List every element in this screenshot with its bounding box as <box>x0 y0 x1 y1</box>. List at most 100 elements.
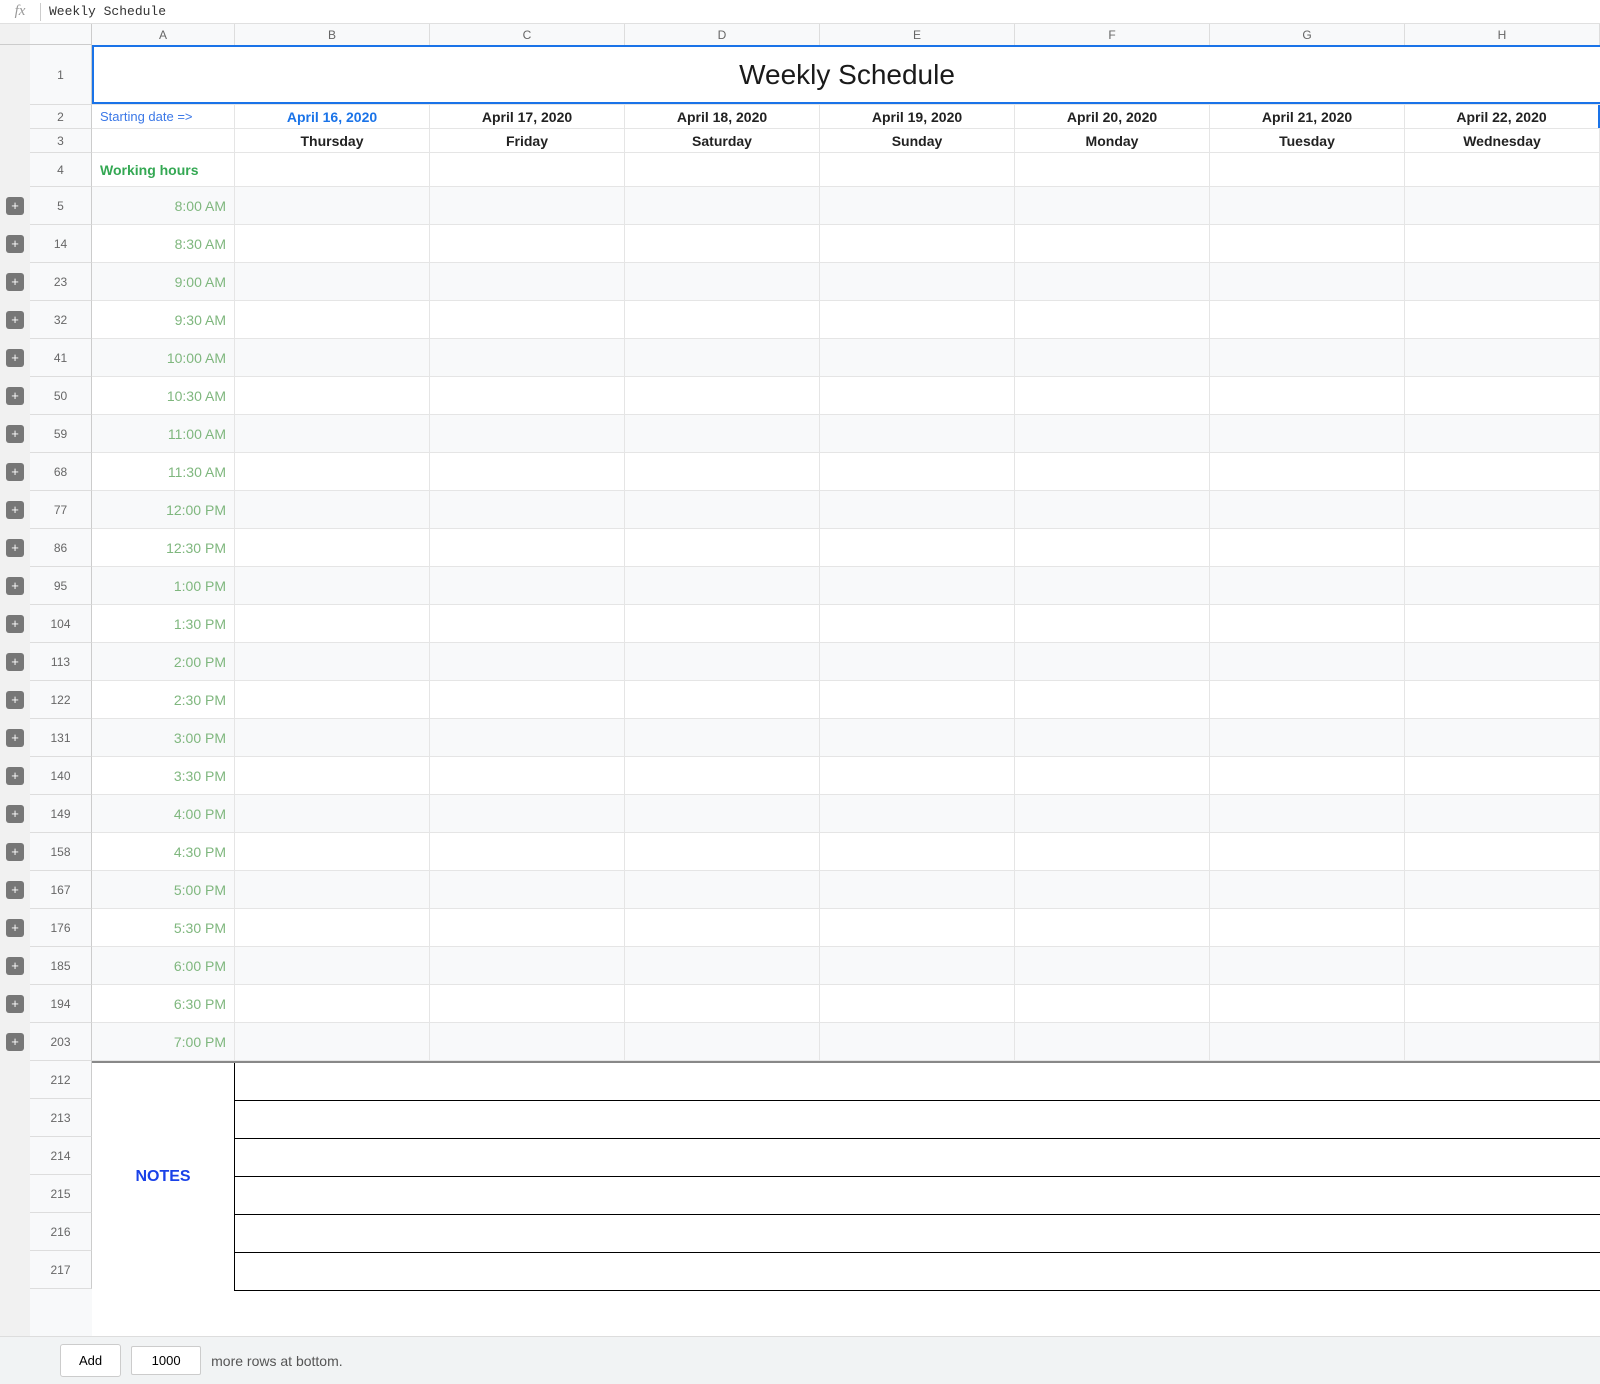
schedule-cell[interactable] <box>820 529 1015 566</box>
schedule-cell[interactable] <box>1210 947 1405 984</box>
schedule-cell[interactable] <box>1210 377 1405 414</box>
schedule-cell[interactable] <box>430 301 625 338</box>
time-label[interactable]: 10:00 AM <box>92 339 235 376</box>
schedule-cell[interactable] <box>430 947 625 984</box>
schedule-cell[interactable] <box>820 187 1015 224</box>
schedule-cell[interactable] <box>820 491 1015 528</box>
expand-group-icon[interactable]: + <box>6 767 24 785</box>
schedule-cell[interactable] <box>235 643 430 680</box>
schedule-cell[interactable] <box>235 153 430 186</box>
column-header-E[interactable]: E <box>820 24 1015 45</box>
expand-group-icon[interactable]: + <box>6 843 24 861</box>
time-label[interactable]: 1:00 PM <box>92 567 235 604</box>
notes-line[interactable] <box>235 1253 1600 1291</box>
schedule-cell[interactable] <box>430 1023 625 1060</box>
schedule-cell[interactable] <box>235 871 430 908</box>
schedule-cell[interactable] <box>1210 909 1405 946</box>
row-header-14[interactable]: 14 <box>30 225 92 263</box>
row-header-140[interactable]: 140 <box>30 757 92 795</box>
expand-group-icon[interactable]: + <box>6 235 24 253</box>
schedule-cell[interactable] <box>1210 567 1405 604</box>
day-name-cell[interactable]: Wednesday <box>1405 129 1600 152</box>
row-header-131[interactable]: 131 <box>30 719 92 757</box>
schedule-cell[interactable] <box>625 719 820 756</box>
schedule-cell[interactable] <box>1015 947 1210 984</box>
schedule-cell[interactable] <box>1405 985 1600 1022</box>
schedule-cell[interactable] <box>430 225 625 262</box>
row-header-149[interactable]: 149 <box>30 795 92 833</box>
row-header-167[interactable]: 167 <box>30 871 92 909</box>
schedule-cell[interactable] <box>430 491 625 528</box>
schedule-cell[interactable] <box>1210 301 1405 338</box>
schedule-cell[interactable] <box>235 225 430 262</box>
schedule-cell[interactable] <box>1015 719 1210 756</box>
expand-group-icon[interactable]: + <box>6 729 24 747</box>
schedule-cell[interactable] <box>430 643 625 680</box>
schedule-cell[interactable] <box>235 491 430 528</box>
schedule-cell[interactable] <box>1405 871 1600 908</box>
expand-group-icon[interactable]: + <box>6 805 24 823</box>
schedule-cell[interactable] <box>1015 567 1210 604</box>
rows-count-input[interactable] <box>131 1346 201 1375</box>
date-cell[interactable]: April 19, 2020 <box>820 105 1015 128</box>
row-header-41[interactable]: 41 <box>30 339 92 377</box>
schedule-cell[interactable] <box>1405 605 1600 642</box>
select-all-corner[interactable] <box>30 24 92 45</box>
schedule-cell[interactable] <box>820 415 1015 452</box>
notes-line[interactable] <box>235 1215 1600 1253</box>
schedule-cell[interactable] <box>1405 415 1600 452</box>
time-label[interactable]: 8:00 AM <box>92 187 235 224</box>
schedule-cell[interactable] <box>820 453 1015 490</box>
expand-group-icon[interactable]: + <box>6 539 24 557</box>
schedule-cell[interactable] <box>235 795 430 832</box>
schedule-cell[interactable] <box>820 985 1015 1022</box>
schedule-cell[interactable] <box>1210 1023 1405 1060</box>
starting-date-label[interactable]: Starting date => <box>92 105 235 128</box>
schedule-cell[interactable] <box>1210 339 1405 376</box>
schedule-cell[interactable] <box>430 719 625 756</box>
schedule-cell[interactable] <box>430 263 625 300</box>
schedule-cell[interactable] <box>1210 985 1405 1022</box>
schedule-cell[interactable] <box>1015 339 1210 376</box>
schedule-cell[interactable] <box>1015 529 1210 566</box>
formula-input[interactable] <box>49 4 1600 19</box>
schedule-cell[interactable] <box>820 833 1015 870</box>
schedule-cell[interactable] <box>625 339 820 376</box>
row-header-95[interactable]: 95 <box>30 567 92 605</box>
schedule-cell[interactable] <box>625 263 820 300</box>
schedule-cell[interactable] <box>1015 833 1210 870</box>
column-header-B[interactable]: B <box>235 24 430 45</box>
row-header-4[interactable]: 4 <box>30 153 92 187</box>
notes-line[interactable] <box>235 1139 1600 1177</box>
date-cell[interactable]: April 17, 2020 <box>430 105 625 128</box>
schedule-cell[interactable] <box>625 301 820 338</box>
row-header-59[interactable]: 59 <box>30 415 92 453</box>
schedule-cell[interactable] <box>820 153 1015 186</box>
schedule-cell[interactable] <box>1015 681 1210 718</box>
schedule-cell[interactable] <box>625 681 820 718</box>
schedule-cell[interactable] <box>235 301 430 338</box>
schedule-cell[interactable] <box>1015 263 1210 300</box>
schedule-cell[interactable] <box>625 529 820 566</box>
schedule-cell[interactable] <box>235 1023 430 1060</box>
row-header-212[interactable]: 212 <box>30 1061 92 1099</box>
time-label[interactable]: 12:00 PM <box>92 491 235 528</box>
schedule-cell[interactable] <box>625 377 820 414</box>
schedule-cell[interactable] <box>1210 605 1405 642</box>
time-label[interactable]: 8:30 AM <box>92 225 235 262</box>
time-label[interactable]: 1:30 PM <box>92 605 235 642</box>
time-label[interactable]: 2:00 PM <box>92 643 235 680</box>
notes-line[interactable] <box>235 1101 1600 1139</box>
time-label[interactable]: 11:30 AM <box>92 453 235 490</box>
time-label[interactable]: 4:30 PM <box>92 833 235 870</box>
row-header-68[interactable]: 68 <box>30 453 92 491</box>
schedule-cell[interactable] <box>1405 1023 1600 1060</box>
expand-group-icon[interactable]: + <box>6 273 24 291</box>
row-header-185[interactable]: 185 <box>30 947 92 985</box>
schedule-cell[interactable] <box>430 985 625 1022</box>
row-header-86[interactable]: 86 <box>30 529 92 567</box>
schedule-cell[interactable] <box>820 757 1015 794</box>
expand-group-icon[interactable]: + <box>6 1033 24 1051</box>
schedule-cell[interactable] <box>1015 153 1210 186</box>
schedule-cell[interactable] <box>625 491 820 528</box>
